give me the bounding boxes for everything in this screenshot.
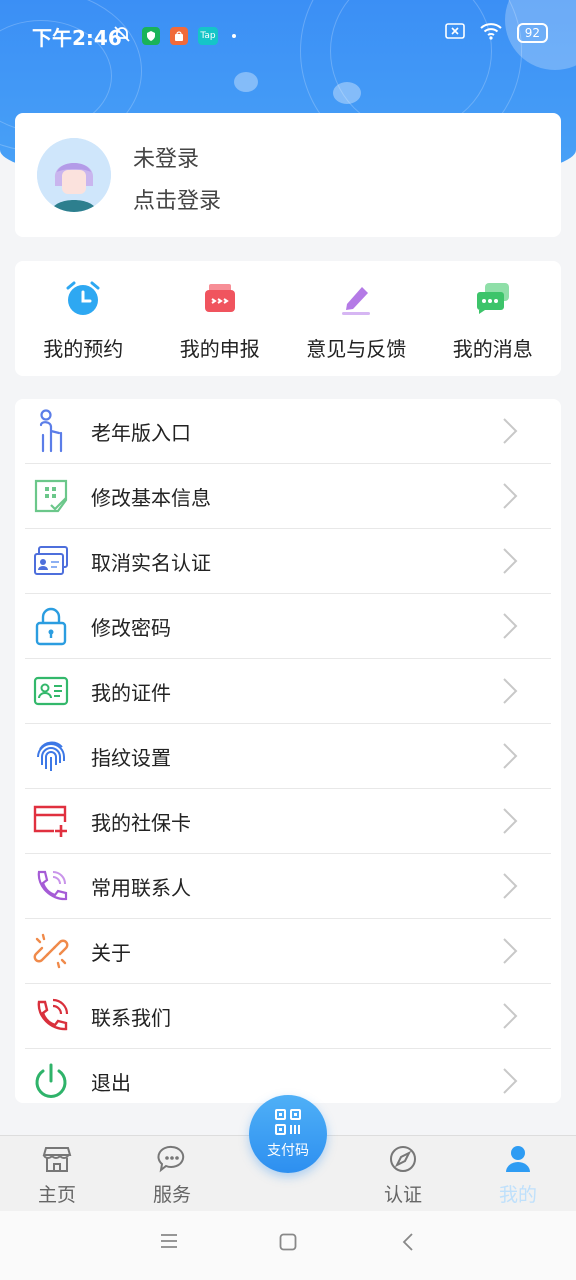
menu-label: 退出	[91, 1070, 131, 1095]
menu-item-my-id[interactable]: 我的证件	[25, 659, 551, 724]
quick-messages-label: 我的消息	[452, 337, 533, 361]
tab-home-label: 主页	[37, 1184, 76, 1206]
quick-feedback[interactable]: 意见与反馈	[288, 261, 425, 376]
menu-item-elderly[interactable]: 老年版入口	[25, 399, 551, 464]
login-card[interactable]: 未登录 点击登录	[15, 113, 561, 237]
alarm-clock-icon	[62, 277, 104, 319]
back-icon[interactable]	[402, 1233, 414, 1255]
menu-label: 我的社保卡	[91, 810, 191, 835]
id-cards-icon	[29, 539, 73, 583]
menu-label: 修改密码	[91, 615, 171, 640]
chat-icon	[472, 277, 514, 319]
store-icon	[42, 1147, 72, 1172]
menu-label: 指纹设置	[91, 745, 171, 770]
phone-call-icon	[29, 994, 73, 1038]
chevron-right-icon	[503, 938, 518, 964]
link-icon	[29, 929, 73, 973]
chevron-right-icon	[503, 1003, 518, 1029]
pay-code-label: 支付码	[267, 1143, 309, 1159]
menu-label: 我的证件	[91, 680, 171, 705]
menu-label: 取消实名认证	[91, 550, 211, 575]
power-icon	[29, 1059, 73, 1103]
user-icon	[506, 1146, 530, 1172]
menu-label: 联系我们	[91, 1005, 171, 1030]
tab-home[interactable]: 主页	[12, 1144, 102, 1207]
menu-label: 常用联系人	[91, 875, 191, 900]
home-square-icon[interactable]	[279, 1233, 297, 1255]
quick-appointment-label: 我的预约	[43, 337, 124, 361]
chevron-right-icon	[503, 678, 518, 704]
menu-label: 关于	[91, 940, 131, 965]
menu-item-fingerprint[interactable]: 指纹设置	[25, 724, 551, 789]
taptap-app-icon: Tap	[198, 27, 218, 45]
chevron-right-icon	[503, 548, 518, 574]
menu-label: 老年版入口	[91, 420, 191, 445]
edit-pen-icon	[335, 277, 377, 319]
chevron-right-icon	[503, 743, 518, 769]
menu-item-social-card[interactable]: 我的社保卡	[25, 789, 551, 854]
status-bar: 下午2:46 Tap 92	[0, 0, 576, 70]
quick-declare[interactable]: 我的申报	[152, 261, 289, 376]
tab-auth-label: 认证	[383, 1184, 422, 1206]
chevron-right-icon	[503, 873, 518, 899]
chevron-right-icon	[503, 613, 518, 639]
mute-bell-icon	[112, 24, 132, 48]
menu-item-cancel-auth[interactable]: 取消实名认证	[25, 529, 551, 594]
chevron-right-icon	[503, 483, 518, 509]
login-status: 未登录	[133, 147, 200, 172]
tab-mine[interactable]: 我的	[473, 1144, 563, 1207]
quick-appointment[interactable]: 我的预约	[15, 261, 152, 376]
quick-actions: 我的预约 我的申报 意见与反馈 我的消息	[15, 261, 561, 376]
chevron-right-icon	[503, 1068, 518, 1094]
tab-service[interactable]: 服务	[127, 1144, 217, 1207]
chat-bubble-icon	[157, 1145, 185, 1173]
tab-service-label: 服务	[152, 1184, 191, 1206]
menu-item-contacts[interactable]: 常用联系人	[25, 854, 551, 919]
menu-item-contact-us[interactable]: 联系我们	[25, 984, 551, 1049]
shopping-app-icon	[170, 27, 188, 45]
avatar[interactable]	[37, 138, 111, 212]
menu-item-password[interactable]: 修改密码	[25, 594, 551, 659]
phone-contact-icon	[29, 864, 73, 908]
social-card-icon	[29, 799, 73, 843]
tab-auth[interactable]: 认证	[358, 1144, 448, 1207]
wifi-icon	[479, 22, 503, 44]
quick-feedback-label: 意见与反馈	[306, 337, 407, 361]
menu-icon[interactable]	[160, 1233, 178, 1253]
id-card-icon	[29, 669, 73, 713]
tab-mine-label: 我的	[498, 1184, 537, 1206]
dot-icon	[232, 34, 236, 38]
quick-messages[interactable]: 我的消息	[425, 261, 562, 376]
shield-app-icon	[142, 27, 160, 45]
login-action[interactable]: 点击登录	[133, 183, 221, 215]
declare-icon	[199, 277, 241, 319]
system-nav-bar	[0, 1211, 576, 1280]
menu-list: 老年版入口 修改基本信息 取消实名认证 修改密码 我的证件 指纹设置 我的社保卡…	[15, 399, 561, 1103]
menu-label: 修改基本信息	[91, 485, 211, 510]
elderly-icon	[29, 409, 73, 453]
chevron-right-icon	[503, 808, 518, 834]
lock-icon	[29, 604, 73, 648]
chevron-right-icon	[503, 418, 518, 444]
qr-code-icon	[275, 1109, 301, 1135]
edit-info-icon	[29, 474, 73, 518]
fingerprint-icon	[29, 734, 73, 778]
status-time: 下午2:46	[32, 26, 122, 50]
pay-code-button[interactable]: 支付码	[249, 1095, 327, 1173]
quick-declare-label: 我的申报	[179, 337, 260, 361]
menu-item-edit-info[interactable]: 修改基本信息	[25, 464, 551, 529]
menu-item-about[interactable]: 关于	[25, 919, 551, 984]
battery-icon: 92	[516, 23, 548, 43]
close-box-icon	[444, 23, 465, 43]
compass-icon	[390, 1146, 416, 1172]
